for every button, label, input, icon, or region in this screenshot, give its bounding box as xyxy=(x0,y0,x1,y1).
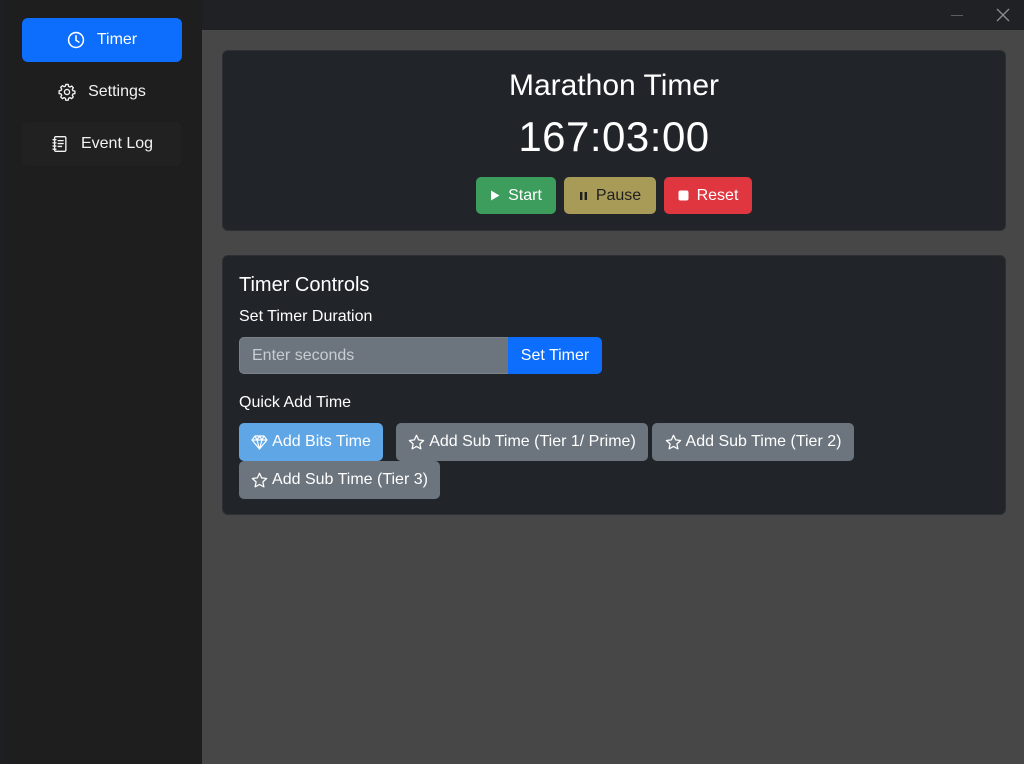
section-title: Timer Controls xyxy=(239,274,370,296)
add-sub-time-tier2-button[interactable]: Add Sub Time (Tier 2) xyxy=(652,423,854,461)
clock-icon xyxy=(67,31,85,49)
button-label: Add Bits Time xyxy=(272,433,371,450)
gem-icon xyxy=(251,434,268,450)
title-bar xyxy=(202,0,1024,30)
add-sub-time-tier3-button[interactable]: Add Sub Time (Tier 3) xyxy=(239,461,440,499)
start-button[interactable]: Start xyxy=(476,177,556,214)
sidebar: Timer Settings Event Log xyxy=(6,0,202,764)
add-bits-time-button[interactable]: Add Bits Time xyxy=(239,423,383,461)
star-icon xyxy=(251,472,268,489)
main-content: Marathon Timer 167:03:00 Start Pause Res… xyxy=(202,30,1024,764)
close-button[interactable] xyxy=(983,0,1023,30)
button-label: Add Sub Time (Tier 2) xyxy=(685,433,842,450)
app-window: Timer Settings Event Log Marathon Timer … xyxy=(0,0,1024,764)
close-icon xyxy=(996,8,1010,22)
timer-card: Marathon Timer 167:03:00 Start Pause Res… xyxy=(222,50,1006,231)
sidebar-item-label: Settings xyxy=(88,83,146,100)
pause-icon xyxy=(579,191,588,201)
add-sub-time-tier1-button[interactable]: Add Sub Time (Tier 1/ Prime) xyxy=(396,423,648,461)
journal-icon xyxy=(51,135,69,153)
star-icon xyxy=(665,434,682,451)
seconds-input[interactable] xyxy=(239,337,509,374)
gear-icon xyxy=(58,83,76,101)
sidebar-item-label: Timer xyxy=(96,31,138,48)
sidebar-item-event-log[interactable]: Event Log xyxy=(22,122,182,166)
star-icon xyxy=(408,434,425,451)
reset-label: Reset xyxy=(696,186,739,204)
timer-controls-card: Timer Controls Set Timer Duration Set Ti… xyxy=(222,255,1006,515)
reset-button[interactable]: Reset xyxy=(664,177,752,214)
quick-add-label: Quick Add Time xyxy=(239,394,352,411)
play-icon xyxy=(490,190,500,201)
sidebar-item-label: Event Log xyxy=(80,135,154,152)
minimize-button[interactable] xyxy=(937,0,977,30)
button-label: Add Sub Time (Tier 3) xyxy=(272,471,428,488)
minimize-icon xyxy=(951,9,963,21)
duration-label: Set Timer Duration xyxy=(239,308,373,325)
button-label: Add Sub Time (Tier 1/ Prime) xyxy=(429,433,636,450)
start-label: Start xyxy=(508,186,542,204)
timer-title: Marathon Timer xyxy=(508,69,720,102)
pause-button[interactable]: Pause xyxy=(564,177,656,214)
stop-icon xyxy=(678,190,689,201)
sidebar-item-settings[interactable]: Settings xyxy=(22,70,182,114)
set-timer-button[interactable]: Set Timer xyxy=(508,337,602,374)
pause-label: Pause xyxy=(595,186,642,204)
sidebar-item-timer[interactable]: Timer xyxy=(22,18,182,62)
timer-display: 167:03:00 xyxy=(518,113,710,160)
